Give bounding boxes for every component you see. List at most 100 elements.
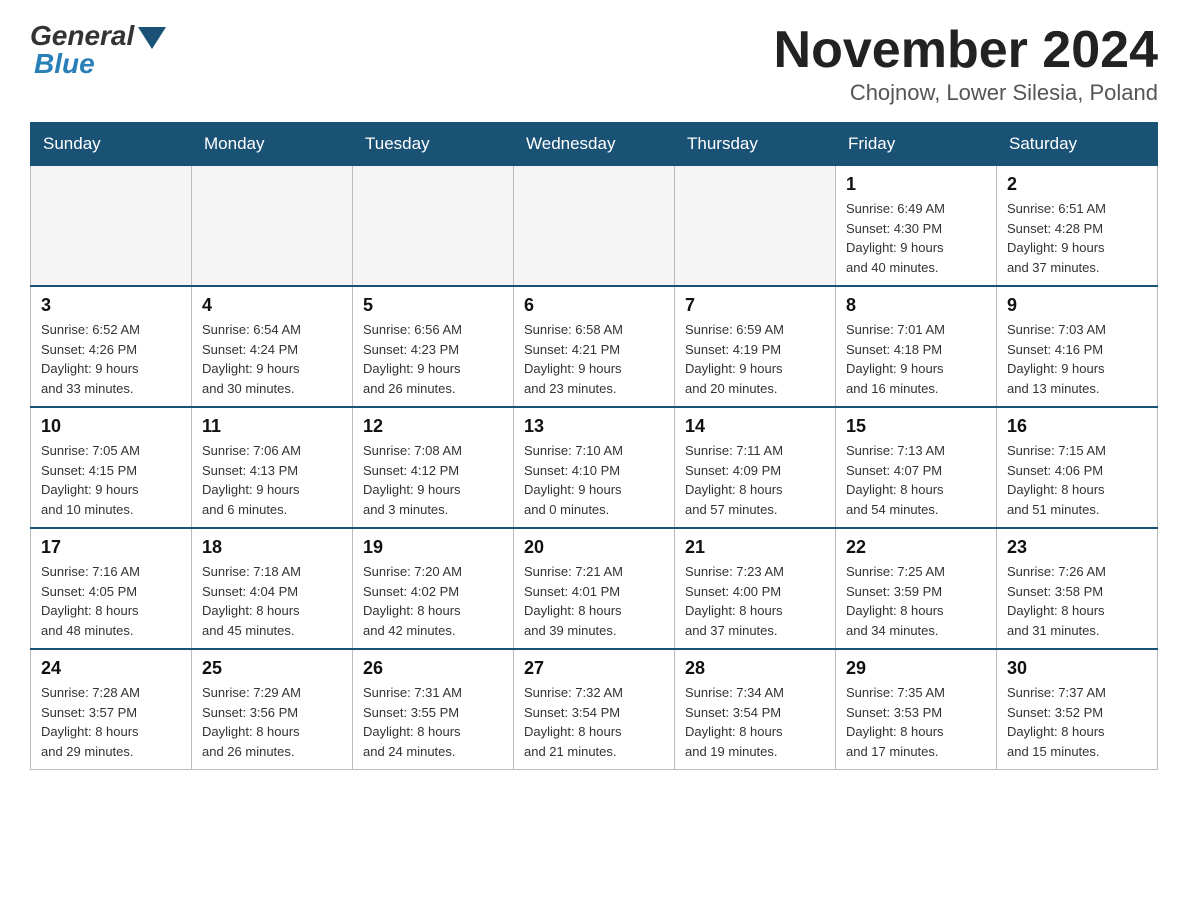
day-info: Sunrise: 7:08 AM Sunset: 4:12 PM Dayligh… xyxy=(363,443,462,517)
calendar-cell: 2 Sunrise: 6:51 AM Sunset: 4:28 PM Daylig… xyxy=(997,165,1158,286)
day-number: 11 xyxy=(202,416,342,437)
weekday-header-sunday: Sunday xyxy=(31,123,192,165)
day-info: Sunrise: 6:51 AM Sunset: 4:28 PM Dayligh… xyxy=(1007,201,1106,275)
weekday-header-wednesday: Wednesday xyxy=(514,123,675,165)
day-info: Sunrise: 7:01 AM Sunset: 4:18 PM Dayligh… xyxy=(846,322,945,396)
day-number: 2 xyxy=(1007,174,1147,195)
logo-blue-text: Blue xyxy=(30,48,95,80)
calendar-cell: 11 Sunrise: 7:06 AM Sunset: 4:13 PM Dayli… xyxy=(192,407,353,528)
day-info: Sunrise: 7:03 AM Sunset: 4:16 PM Dayligh… xyxy=(1007,322,1106,396)
day-number: 6 xyxy=(524,295,664,316)
day-info: Sunrise: 7:37 AM Sunset: 3:52 PM Dayligh… xyxy=(1007,685,1106,759)
weekday-header-friday: Friday xyxy=(836,123,997,165)
day-info: Sunrise: 7:20 AM Sunset: 4:02 PM Dayligh… xyxy=(363,564,462,638)
calendar-cell: 27Sunrise: 7:32 AM Sunset: 3:54 PM Dayli… xyxy=(514,649,675,770)
day-number: 22 xyxy=(846,537,986,558)
day-info: Sunrise: 7:18 AM Sunset: 4:04 PM Dayligh… xyxy=(202,564,301,638)
day-number: 19 xyxy=(363,537,503,558)
calendar-cell: 6 Sunrise: 6:58 AM Sunset: 4:21 PM Daylig… xyxy=(514,286,675,407)
day-number: 7 xyxy=(685,295,825,316)
day-number: 16 xyxy=(1007,416,1147,437)
month-title: November 2024 xyxy=(774,20,1158,80)
day-info: Sunrise: 7:10 AM Sunset: 4:10 PM Dayligh… xyxy=(524,443,623,517)
day-number: 17 xyxy=(41,537,181,558)
day-number: 4 xyxy=(202,295,342,316)
day-number: 29 xyxy=(846,658,986,679)
day-number: 9 xyxy=(1007,295,1147,316)
calendar-cell: 13 Sunrise: 7:10 AM Sunset: 4:10 PM Dayli… xyxy=(514,407,675,528)
calendar-cell: 17Sunrise: 7:16 AM Sunset: 4:05 PM Dayli… xyxy=(31,528,192,649)
calendar-cell: 20 Sunrise: 7:21 AM Sunset: 4:01 PM Dayli… xyxy=(514,528,675,649)
calendar-cell: 1 Sunrise: 6:49 AM Sunset: 4:30 PM Daylig… xyxy=(836,165,997,286)
calendar-cell: 26 Sunrise: 7:31 AM Sunset: 3:55 PM Dayli… xyxy=(353,649,514,770)
calendar-cell: 29 Sunrise: 7:35 AM Sunset: 3:53 PM Dayli… xyxy=(836,649,997,770)
calendar-cell: 22 Sunrise: 7:25 AM Sunset: 3:59 PM Dayli… xyxy=(836,528,997,649)
day-number: 14 xyxy=(685,416,825,437)
calendar-cell: 16 Sunrise: 7:15 AM Sunset: 4:06 PM Dayli… xyxy=(997,407,1158,528)
day-number: 5 xyxy=(363,295,503,316)
day-number: 10 xyxy=(41,416,181,437)
day-number: 21 xyxy=(685,537,825,558)
calendar-cell: 5Sunrise: 6:56 AM Sunset: 4:23 PM Daylig… xyxy=(353,286,514,407)
calendar-cell: 14 Sunrise: 7:11 AM Sunset: 4:09 PM Dayli… xyxy=(675,407,836,528)
weekday-header-monday: Monday xyxy=(192,123,353,165)
day-number: 15 xyxy=(846,416,986,437)
calendar-week-5: 24Sunrise: 7:28 AM Sunset: 3:57 PM Dayli… xyxy=(31,649,1158,770)
day-info: Sunrise: 7:26 AM Sunset: 3:58 PM Dayligh… xyxy=(1007,564,1106,638)
calendar-cell: 28Sunrise: 7:34 AM Sunset: 3:54 PM Dayli… xyxy=(675,649,836,770)
day-info: Sunrise: 6:52 AM Sunset: 4:26 PM Dayligh… xyxy=(41,322,140,396)
day-number: 28 xyxy=(685,658,825,679)
day-info: Sunrise: 6:49 AM Sunset: 4:30 PM Dayligh… xyxy=(846,201,945,275)
day-info: Sunrise: 7:31 AM Sunset: 3:55 PM Dayligh… xyxy=(363,685,462,759)
weekday-header-tuesday: Tuesday xyxy=(353,123,514,165)
day-info: Sunrise: 7:21 AM Sunset: 4:01 PM Dayligh… xyxy=(524,564,623,638)
calendar-cell: 15 Sunrise: 7:13 AM Sunset: 4:07 PM Dayli… xyxy=(836,407,997,528)
calendar-cell xyxy=(31,165,192,286)
day-number: 13 xyxy=(524,416,664,437)
day-number: 26 xyxy=(363,658,503,679)
day-number: 30 xyxy=(1007,658,1147,679)
day-info: Sunrise: 7:25 AM Sunset: 3:59 PM Dayligh… xyxy=(846,564,945,638)
day-number: 1 xyxy=(846,174,986,195)
calendar-cell: 23 Sunrise: 7:26 AM Sunset: 3:58 PM Dayli… xyxy=(997,528,1158,649)
day-number: 20 xyxy=(524,537,664,558)
calendar-cell: 19 Sunrise: 7:20 AM Sunset: 4:02 PM Dayli… xyxy=(353,528,514,649)
calendar-cell xyxy=(353,165,514,286)
logo: General Blue xyxy=(30,20,166,80)
day-info: Sunrise: 7:35 AM Sunset: 3:53 PM Dayligh… xyxy=(846,685,945,759)
day-number: 8 xyxy=(846,295,986,316)
day-info: Sunrise: 7:23 AM Sunset: 4:00 PM Dayligh… xyxy=(685,564,784,638)
calendar-cell xyxy=(192,165,353,286)
day-info: Sunrise: 7:29 AM Sunset: 3:56 PM Dayligh… xyxy=(202,685,301,759)
day-number: 3 xyxy=(41,295,181,316)
calendar-cell: 25Sunrise: 7:29 AM Sunset: 3:56 PM Dayli… xyxy=(192,649,353,770)
day-info: Sunrise: 6:58 AM Sunset: 4:21 PM Dayligh… xyxy=(524,322,623,396)
calendar-cell xyxy=(514,165,675,286)
day-number: 27 xyxy=(524,658,664,679)
calendar-cell: 30 Sunrise: 7:37 AM Sunset: 3:52 PM Dayli… xyxy=(997,649,1158,770)
day-info: Sunrise: 7:13 AM Sunset: 4:07 PM Dayligh… xyxy=(846,443,945,517)
weekday-header-saturday: Saturday xyxy=(997,123,1158,165)
calendar-cell: 9 Sunrise: 7:03 AM Sunset: 4:16 PM Daylig… xyxy=(997,286,1158,407)
day-number: 18 xyxy=(202,537,342,558)
day-info: Sunrise: 7:05 AM Sunset: 4:15 PM Dayligh… xyxy=(41,443,140,517)
calendar-week-1: 1 Sunrise: 6:49 AM Sunset: 4:30 PM Daylig… xyxy=(31,165,1158,286)
day-info: Sunrise: 6:59 AM Sunset: 4:19 PM Dayligh… xyxy=(685,322,784,396)
weekday-header-row: SundayMondayTuesdayWednesdayThursdayFrid… xyxy=(31,123,1158,165)
day-number: 23 xyxy=(1007,537,1147,558)
calendar-cell: 12Sunrise: 7:08 AM Sunset: 4:12 PM Dayli… xyxy=(353,407,514,528)
calendar-cell: 7 Sunrise: 6:59 AM Sunset: 4:19 PM Daylig… xyxy=(675,286,836,407)
calendar-cell: 10 Sunrise: 7:05 AM Sunset: 4:15 PM Dayli… xyxy=(31,407,192,528)
logo-triangle-icon xyxy=(138,27,166,49)
day-info: Sunrise: 7:06 AM Sunset: 4:13 PM Dayligh… xyxy=(202,443,301,517)
weekday-header-thursday: Thursday xyxy=(675,123,836,165)
calendar-cell: 21 Sunrise: 7:23 AM Sunset: 4:00 PM Dayli… xyxy=(675,528,836,649)
calendar-cell: 4Sunrise: 6:54 AM Sunset: 4:24 PM Daylig… xyxy=(192,286,353,407)
day-info: Sunrise: 7:11 AM Sunset: 4:09 PM Dayligh… xyxy=(685,443,783,517)
calendar-week-3: 10 Sunrise: 7:05 AM Sunset: 4:15 PM Dayli… xyxy=(31,407,1158,528)
day-info: Sunrise: 7:15 AM Sunset: 4:06 PM Dayligh… xyxy=(1007,443,1106,517)
day-number: 24 xyxy=(41,658,181,679)
calendar-week-4: 17Sunrise: 7:16 AM Sunset: 4:05 PM Dayli… xyxy=(31,528,1158,649)
calendar-cell: 24Sunrise: 7:28 AM Sunset: 3:57 PM Dayli… xyxy=(31,649,192,770)
calendar-table: SundayMondayTuesdayWednesdayThursdayFrid… xyxy=(30,122,1158,770)
